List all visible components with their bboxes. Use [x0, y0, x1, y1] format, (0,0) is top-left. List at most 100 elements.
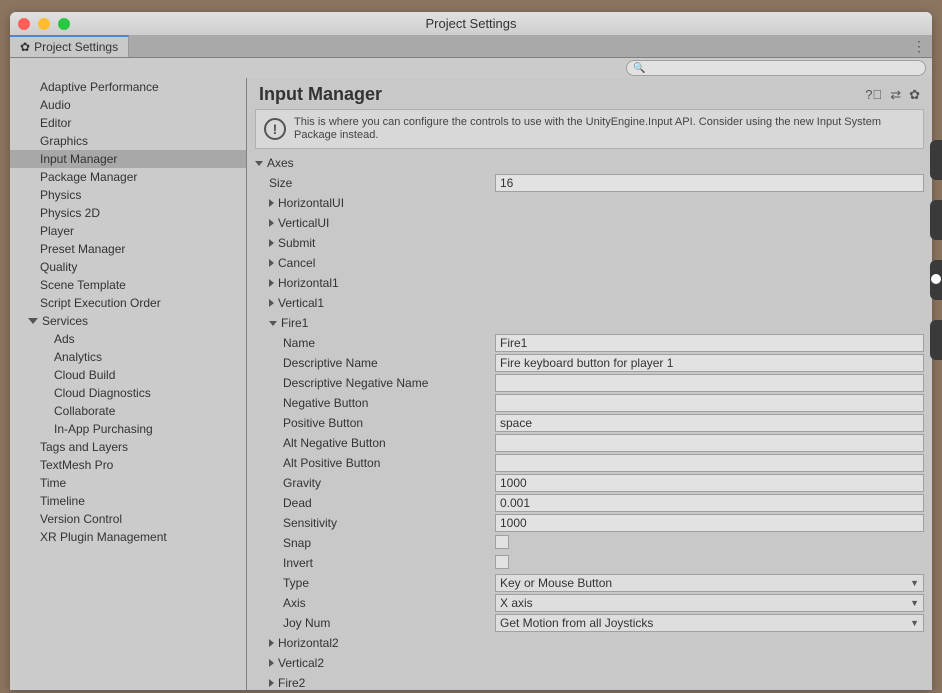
- settings-sidebar[interactable]: Adaptive PerformanceAudioEditorGraphicsI…: [10, 78, 247, 690]
- sidebar-item[interactable]: Preset Manager: [10, 240, 246, 258]
- dropdown[interactable]: X axis▼: [495, 594, 924, 612]
- project-settings-window: Project Settings ✿ Project Settings ⋮ 🔍 …: [10, 12, 932, 690]
- field-input[interactable]: [495, 394, 924, 412]
- sidebar-item[interactable]: Script Execution Order: [10, 294, 246, 312]
- titlebar: Project Settings: [10, 12, 932, 36]
- chevron-right-icon[interactable]: [269, 679, 274, 687]
- axis-item[interactable]: VerticalUI: [278, 216, 329, 230]
- sidebar-item[interactable]: Collaborate: [10, 402, 246, 420]
- field-label: Snap: [283, 536, 311, 550]
- chevron-right-icon[interactable]: [269, 239, 274, 247]
- axis-item-expanded[interactable]: Fire1: [281, 316, 308, 330]
- field-label: Axis: [283, 596, 306, 610]
- main-panel: Input Manager ?⃝ ⇄ ✿ ! This is where you…: [247, 78, 932, 690]
- field-input[interactable]: [495, 354, 924, 372]
- search-icon: 🔍: [633, 63, 645, 74]
- chevron-down-icon[interactable]: [255, 161, 263, 166]
- sidebar-item[interactable]: Tags and Layers: [10, 438, 246, 456]
- axis-item[interactable]: Cancel: [278, 256, 315, 270]
- sidebar-foldout-services[interactable]: Services: [10, 312, 246, 330]
- preset-icon[interactable]: ⇄: [890, 87, 901, 103]
- field-input[interactable]: [495, 374, 924, 392]
- field-label: Invert: [283, 556, 313, 570]
- checkbox[interactable]: [495, 555, 509, 569]
- field-input[interactable]: [495, 454, 924, 472]
- sidebar-item[interactable]: Package Manager: [10, 168, 246, 186]
- field-label: Descriptive Negative Name: [283, 376, 428, 390]
- sidebar-item[interactable]: Player: [10, 222, 246, 240]
- info-icon: !: [264, 118, 286, 140]
- settings-icon[interactable]: ✿: [909, 87, 920, 103]
- tab-project-settings[interactable]: ✿ Project Settings: [10, 35, 129, 57]
- window-title: Project Settings: [10, 16, 932, 31]
- searchbar: 🔍: [10, 58, 932, 78]
- sidebar-item[interactable]: XR Plugin Management: [10, 528, 246, 546]
- sidebar-item[interactable]: Graphics: [10, 132, 246, 150]
- axis-item[interactable]: Horizontal2: [278, 636, 339, 650]
- chevron-right-icon[interactable]: [269, 219, 274, 227]
- field-input[interactable]: [495, 514, 924, 532]
- notice-text: This is where you can configure the cont…: [294, 116, 915, 142]
- help-icon[interactable]: ?⃝: [865, 87, 882, 103]
- dropdown[interactable]: Key or Mouse Button▼: [495, 574, 924, 592]
- axis-item[interactable]: Vertical2: [278, 656, 324, 670]
- inspector-content[interactable]: AxesSizeHorizontalUIVerticalUISubmitCanc…: [247, 153, 932, 690]
- field-label: Alt Positive Button: [283, 456, 380, 470]
- field-label: Alt Negative Button: [283, 436, 386, 450]
- size-input[interactable]: [495, 174, 924, 192]
- field-input[interactable]: [495, 474, 924, 492]
- tabbar: ✿ Project Settings ⋮: [10, 36, 932, 58]
- field-label: Name: [283, 336, 315, 350]
- chevron-right-icon[interactable]: [269, 259, 274, 267]
- sidebar-item[interactable]: Timeline: [10, 492, 246, 510]
- sidebar-item[interactable]: In-App Purchasing: [10, 420, 246, 438]
- field-label: Positive Button: [283, 416, 363, 430]
- chevron-right-icon[interactable]: [269, 199, 274, 207]
- sidebar-item[interactable]: Physics: [10, 186, 246, 204]
- chevron-right-icon[interactable]: [269, 639, 274, 647]
- axis-item[interactable]: Horizontal1: [278, 276, 339, 290]
- chevron-down-icon[interactable]: [269, 321, 277, 326]
- chevron-right-icon[interactable]: [269, 659, 274, 667]
- chevron-right-icon[interactable]: [269, 299, 274, 307]
- panel-header: Input Manager ?⃝ ⇄ ✿: [247, 78, 932, 109]
- panel-title: Input Manager: [259, 84, 382, 105]
- sidebar-item[interactable]: Ads: [10, 330, 246, 348]
- axis-item[interactable]: Fire2: [278, 676, 305, 690]
- sidebar-item[interactable]: Cloud Build: [10, 366, 246, 384]
- axis-item[interactable]: HorizontalUI: [278, 196, 344, 210]
- sidebar-item[interactable]: Cloud Diagnostics: [10, 384, 246, 402]
- axis-item[interactable]: Submit: [278, 236, 315, 250]
- sidebar-item[interactable]: Quality: [10, 258, 246, 276]
- dropdown[interactable]: Get Motion from all Joysticks▼: [495, 614, 924, 632]
- tab-menu-icon[interactable]: ⋮: [912, 38, 926, 55]
- axis-item[interactable]: Vertical1: [278, 296, 324, 310]
- sidebar-item[interactable]: TextMesh Pro: [10, 456, 246, 474]
- field-label: Sensitivity: [283, 516, 337, 530]
- notice-box: ! This is where you can configure the co…: [255, 109, 924, 149]
- field-label: Type: [283, 576, 309, 590]
- chevron-right-icon[interactable]: [269, 279, 274, 287]
- sidebar-item[interactable]: Scene Template: [10, 276, 246, 294]
- sidebar-item[interactable]: Version Control: [10, 510, 246, 528]
- field-input[interactable]: [495, 334, 924, 352]
- field-input[interactable]: [495, 434, 924, 452]
- chevron-down-icon: ▼: [910, 598, 919, 608]
- field-label: Descriptive Name: [283, 356, 378, 370]
- sidebar-item[interactable]: Physics 2D: [10, 204, 246, 222]
- field-label: Joy Num: [283, 616, 330, 630]
- gear-icon: ✿: [20, 40, 30, 54]
- sidebar-item[interactable]: Audio: [10, 96, 246, 114]
- chevron-down-icon: ▼: [910, 618, 919, 628]
- background-peek: [930, 140, 942, 660]
- axes-label[interactable]: Axes: [267, 156, 294, 170]
- sidebar-item[interactable]: Editor: [10, 114, 246, 132]
- sidebar-item[interactable]: Analytics: [10, 348, 246, 366]
- sidebar-item[interactable]: Input Manager: [10, 150, 246, 168]
- sidebar-item[interactable]: Adaptive Performance: [10, 78, 246, 96]
- sidebar-item[interactable]: Time: [10, 474, 246, 492]
- search-input[interactable]: 🔍: [626, 60, 926, 76]
- field-input[interactable]: [495, 494, 924, 512]
- checkbox[interactable]: [495, 535, 509, 549]
- field-input[interactable]: [495, 414, 924, 432]
